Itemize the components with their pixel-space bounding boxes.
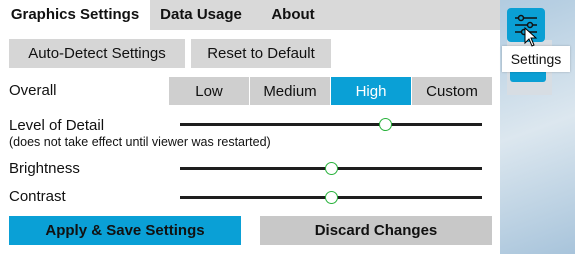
- settings-tooltip: Settings: [502, 46, 570, 72]
- reset-to-default-button[interactable]: Reset to Default: [191, 39, 331, 68]
- mouse-cursor-icon: [524, 27, 538, 47]
- level-of-detail-slider-track[interactable]: [180, 123, 482, 126]
- auto-detect-settings-button[interactable]: Auto-Detect Settings: [9, 39, 185, 68]
- level-of-detail-label: Level of Detail: [9, 117, 105, 134]
- overall-label: Overall: [9, 82, 57, 99]
- overall-option-medium[interactable]: Medium: [250, 77, 330, 105]
- overall-option-low[interactable]: Low: [169, 77, 249, 105]
- tab-about[interactable]: About: [252, 0, 334, 30]
- overall-option-high[interactable]: High: [331, 77, 411, 105]
- settings-panel: Graphics Settings Data Usage About Auto-…: [0, 0, 500, 254]
- level-of-detail-slider-thumb[interactable]: [378, 118, 392, 131]
- tab-bar: Graphics Settings Data Usage About: [0, 0, 500, 30]
- level-of-detail-note: (does not take effect until viewer was r…: [9, 135, 271, 149]
- tab-data-usage[interactable]: Data Usage: [150, 0, 252, 30]
- apply-save-settings-button[interactable]: Apply & Save Settings: [9, 216, 241, 245]
- tab-graphics-settings[interactable]: Graphics Settings: [0, 0, 150, 30]
- contrast-label: Contrast: [9, 188, 66, 205]
- brightness-label: Brightness: [9, 160, 80, 177]
- discard-changes-button[interactable]: Discard Changes: [260, 216, 492, 245]
- contrast-slider-thumb[interactable]: [324, 191, 338, 204]
- overall-option-custom[interactable]: Custom: [412, 77, 492, 105]
- brightness-slider-thumb[interactable]: [324, 162, 338, 175]
